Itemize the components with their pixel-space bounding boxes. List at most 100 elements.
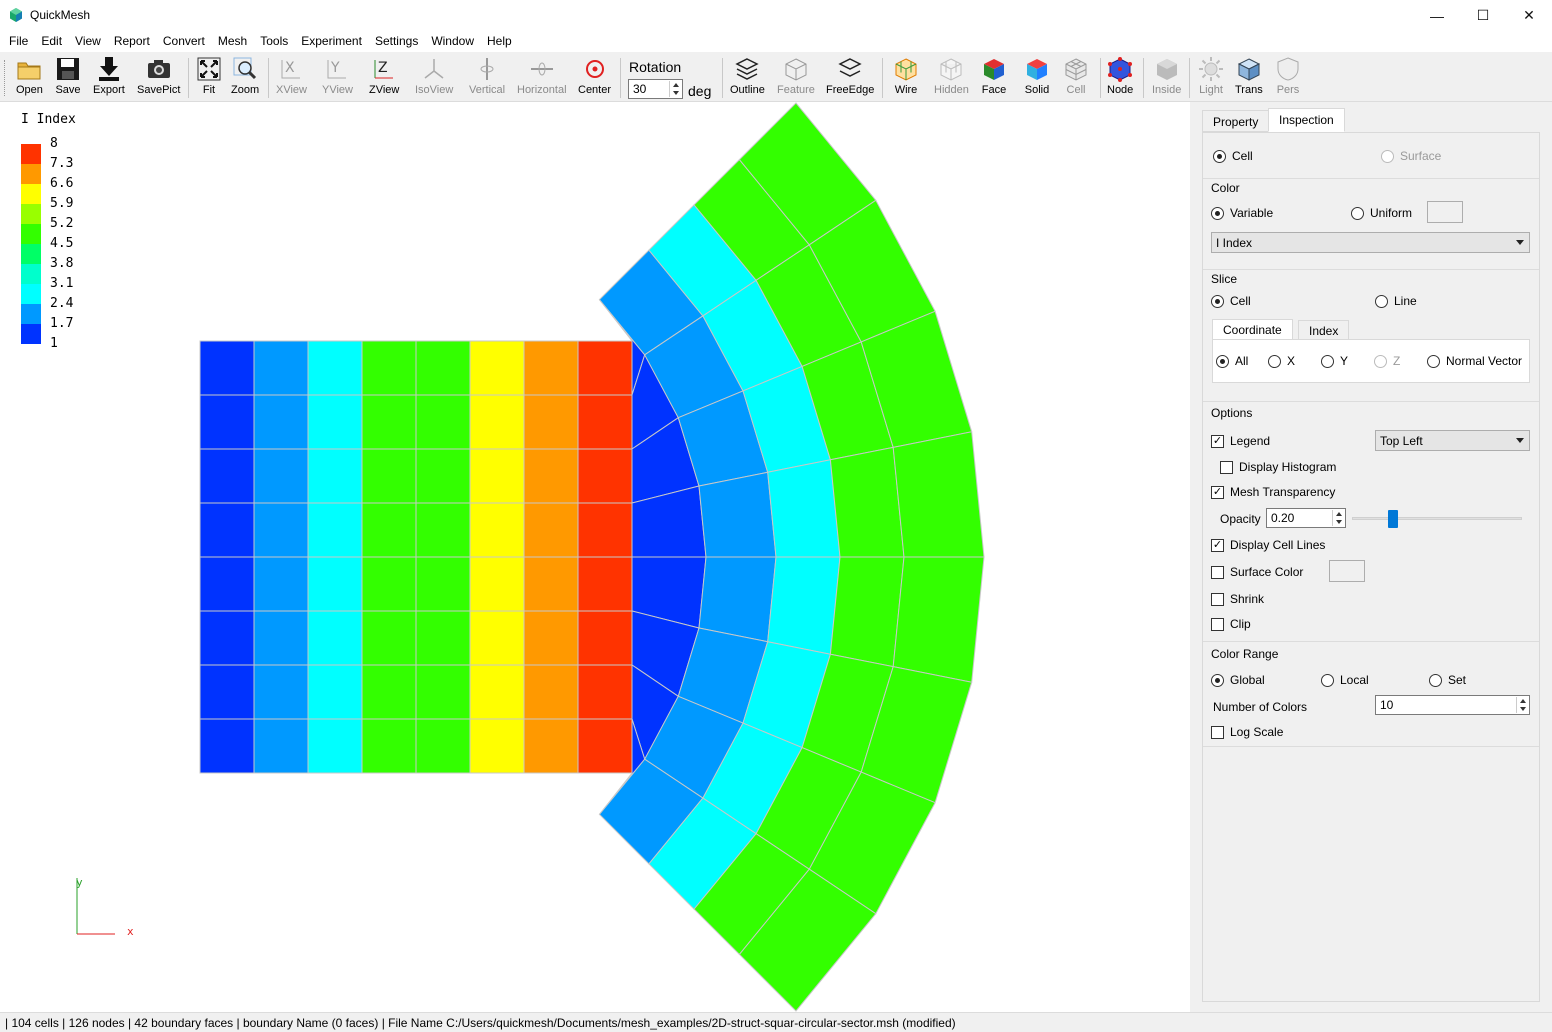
color-uniform-radio[interactable]: Uniform <box>1351 206 1412 220</box>
mesh-cell[interactable] <box>361 340 417 396</box>
mesh-cell[interactable] <box>577 610 633 666</box>
number-of-colors-spinbox[interactable]: 10 <box>1375 695 1530 715</box>
solid-button[interactable]: Solid <box>1024 56 1050 100</box>
mesh-cell[interactable] <box>199 610 255 666</box>
light-button[interactable]: Light <box>1198 56 1224 100</box>
close-button[interactable]: ✕ <box>1506 0 1552 31</box>
opacity-slider[interactable] <box>1352 510 1522 528</box>
spin-arrows-icon[interactable] <box>669 81 681 97</box>
mesh-cell[interactable] <box>253 664 309 720</box>
mesh-cell[interactable] <box>523 394 579 450</box>
open-button[interactable]: Open <box>16 56 43 100</box>
variable-select[interactable]: I Index <box>1211 232 1530 253</box>
export-button[interactable]: Export <box>93 56 125 100</box>
menu-window[interactable]: Window <box>425 31 481 52</box>
menu-view[interactable]: View <box>69 31 108 52</box>
zview-button[interactable]: Z ZView <box>369 56 399 100</box>
node-button[interactable]: Node <box>1107 56 1133 100</box>
mesh-cell[interactable] <box>767 556 841 655</box>
slice-normal-vector-radio[interactable]: Normal Vector <box>1427 354 1522 368</box>
mode-surface-radio[interactable]: Surface <box>1381 149 1441 163</box>
mesh-cell[interactable] <box>577 502 633 558</box>
mesh-cell[interactable] <box>361 610 417 666</box>
mesh-cell[interactable] <box>469 502 525 558</box>
mesh-plot[interactable] <box>0 102 1190 1012</box>
mesh-cell[interactable] <box>361 718 417 774</box>
mesh-cell[interactable] <box>199 340 255 396</box>
zoom-button[interactable]: Zoom <box>231 56 259 100</box>
clip-checkbox[interactable]: Clip <box>1211 617 1251 631</box>
center-button[interactable]: Center <box>578 56 611 100</box>
color-variable-radio[interactable]: Variable <box>1211 206 1273 220</box>
mesh-cell[interactable] <box>523 556 579 612</box>
mesh-cell[interactable] <box>523 610 579 666</box>
mesh-cell[interactable] <box>307 718 363 774</box>
pers-button[interactable]: Pers <box>1275 56 1301 100</box>
mesh-cell[interactable] <box>199 502 255 558</box>
uniform-color-swatch[interactable] <box>1427 201 1463 223</box>
display-histogram-checkbox[interactable]: Display Histogram <box>1220 460 1336 474</box>
mesh-cell[interactable] <box>469 394 525 450</box>
mesh-cell[interactable] <box>469 664 525 720</box>
mesh-cell[interactable] <box>199 718 255 774</box>
range-set-radio[interactable]: Set <box>1429 673 1466 687</box>
mesh-cell[interactable] <box>253 610 309 666</box>
log-scale-checkbox[interactable]: Log Scale <box>1211 725 1283 739</box>
slice-x-radio[interactable]: X <box>1268 354 1295 368</box>
trans-button[interactable]: Trans <box>1235 56 1263 100</box>
vertical-button[interactable]: Vertical <box>469 56 505 100</box>
mesh-cell[interactable] <box>698 471 777 558</box>
mesh-cell[interactable] <box>767 459 841 558</box>
freeedge-button[interactable]: FreeEdge <box>826 56 874 100</box>
inside-button[interactable]: Inside <box>1152 56 1181 100</box>
mesh-cell[interactable] <box>829 556 905 668</box>
outline-button[interactable]: Outline <box>730 56 765 100</box>
surface-color-checkbox[interactable]: Surface Color <box>1211 565 1303 579</box>
mesh-cell[interactable] <box>698 556 777 643</box>
legend-position-select[interactable]: Top Left <box>1375 430 1530 451</box>
range-local-radio[interactable]: Local <box>1321 673 1369 687</box>
shrink-checkbox[interactable]: Shrink <box>1211 592 1264 606</box>
savepict-button[interactable]: SavePict <box>137 56 180 100</box>
mesh-cell[interactable] <box>415 502 471 558</box>
mesh-cell[interactable] <box>523 448 579 504</box>
minimize-button[interactable]: — <box>1414 0 1460 31</box>
surface-color-swatch[interactable] <box>1329 560 1365 582</box>
mesh-cell[interactable] <box>415 394 471 450</box>
display-cell-lines-checkbox[interactable]: ✓ Display Cell Lines <box>1211 538 1325 552</box>
mesh-cell[interactable] <box>469 610 525 666</box>
menu-convert[interactable]: Convert <box>157 31 212 52</box>
yview-button[interactable]: Y YView <box>322 56 353 100</box>
mesh-cell[interactable] <box>469 340 525 396</box>
mesh-cell[interactable] <box>307 610 363 666</box>
mesh-cell[interactable] <box>361 502 417 558</box>
mesh-cell[interactable] <box>253 394 309 450</box>
tab-inspection[interactable]: Inspection <box>1268 108 1345 132</box>
hidden-button[interactable]: Hidden <box>934 56 969 100</box>
opacity-spinbox[interactable]: 0.20 <box>1266 508 1346 528</box>
menu-experiment[interactable]: Experiment <box>295 31 369 52</box>
mesh-cell[interactable] <box>361 556 417 612</box>
mesh-cell[interactable] <box>577 664 633 720</box>
toolbar-grip[interactable] <box>4 60 7 96</box>
mesh-cell[interactable] <box>469 556 525 612</box>
legend-checkbox[interactable]: ✓ Legend <box>1211 434 1270 448</box>
slice-y-radio[interactable]: Y <box>1321 354 1348 368</box>
mesh-cell[interactable] <box>829 446 905 558</box>
spin-arrows-icon[interactable] <box>1516 697 1528 713</box>
mesh-cell[interactable] <box>577 718 633 774</box>
mesh-cell[interactable] <box>415 718 471 774</box>
mesh-cell[interactable] <box>307 502 363 558</box>
mesh-cell[interactable] <box>199 664 255 720</box>
mesh-cell[interactable] <box>415 340 471 396</box>
mesh-cell[interactable] <box>415 556 471 612</box>
mesh-cell[interactable] <box>361 448 417 504</box>
mesh-cell[interactable] <box>307 556 363 612</box>
mesh-viewport[interactable]: I Index 8 7.3 6.6 5.9 5.2 4.5 3.8 3.1 2.4 1.7 1 y … <box>0 102 1190 1012</box>
mesh-cell[interactable] <box>307 448 363 504</box>
maximize-button[interactable]: ☐ <box>1460 0 1506 31</box>
mesh-cell[interactable] <box>892 431 985 558</box>
mesh-cell[interactable] <box>253 502 309 558</box>
menu-settings[interactable]: Settings <box>369 31 425 52</box>
rotation-spinbox[interactable]: 30 <box>628 79 683 99</box>
